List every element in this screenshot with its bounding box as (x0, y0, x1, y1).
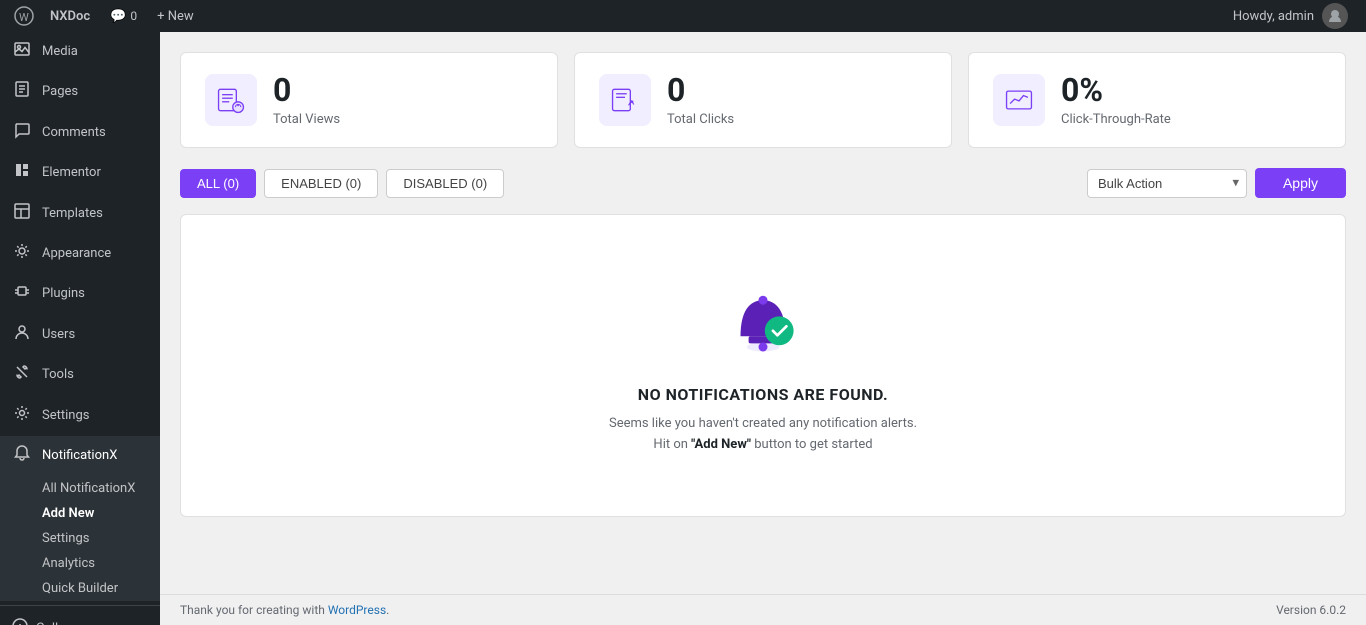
sidebar-item-label: Tools (42, 366, 74, 384)
clicks-label: Total Clicks (667, 112, 734, 127)
filter-all[interactable]: ALL (0) (180, 169, 256, 198)
wp-logo[interactable]: W (8, 0, 40, 32)
sidebar-item-label: NotificationX (42, 447, 117, 465)
stat-card-clicks: 0 Total Clicks (574, 52, 952, 148)
elementor-icon (12, 161, 32, 185)
bulk-action-wrapper: Bulk ActionEnableDisableDelete (1087, 169, 1247, 198)
sidebar-item-label: Plugins (42, 285, 85, 303)
stat-card-views: 0 Total Views (180, 52, 558, 148)
views-label: Total Views (273, 112, 340, 127)
filter-disabled[interactable]: DISABLED (0) (386, 169, 504, 198)
collapse-menu-button[interactable]: Collapse menu (0, 610, 160, 625)
settings-icon (12, 404, 32, 428)
howdy-greeting: Howdy, admin (1223, 3, 1358, 29)
sidebar-item-tools[interactable]: Tools (0, 355, 160, 395)
ctr-label: Click-Through-Rate (1061, 112, 1171, 127)
apply-button[interactable]: Apply (1255, 168, 1346, 198)
footer: Thank you for creating with WordPress. V… (160, 594, 1366, 625)
comments-count: 0 (130, 9, 137, 23)
collapse-icon (12, 618, 28, 625)
bulk-action-select[interactable]: Bulk ActionEnableDisableDelete (1087, 169, 1247, 198)
submenu-settings[interactable]: Settings (0, 526, 160, 551)
sidebar-item-pages[interactable]: Pages (0, 72, 160, 112)
pages-icon (12, 80, 32, 104)
comment-icon: 💬 (110, 9, 126, 24)
clicks-count: 0 (667, 73, 734, 108)
ctr-icon-box (993, 74, 1045, 126)
users-icon (12, 323, 32, 347)
sidebar: Media Pages Comments Eleme (0, 32, 160, 625)
empty-illustration (718, 275, 808, 365)
submenu-analytics[interactable]: Analytics (0, 551, 160, 576)
stats-row: 0 Total Views (180, 52, 1346, 148)
sidebar-item-appearance[interactable]: Appearance (0, 234, 160, 274)
new-content-button[interactable]: + New (147, 0, 204, 32)
sidebar-item-label: Media (42, 43, 78, 61)
main-content: 0 Total Views (160, 32, 1366, 594)
site-name[interactable]: NXDoc (40, 0, 100, 32)
empty-state: NO NOTIFICATIONS ARE FOUND. Seems like y… (180, 214, 1346, 517)
ctr-count: 0% (1061, 73, 1171, 108)
footer-version: Version 6.0.2 (1276, 603, 1346, 617)
sidebar-item-plugins[interactable]: Plugins (0, 274, 160, 314)
templates-icon (12, 202, 32, 226)
footer-thanks: Thank you for creating with WordPress. (180, 603, 389, 617)
comments-bubble[interactable]: 💬 0 (100, 0, 147, 32)
clicks-icon-box (599, 74, 651, 126)
sidebar-item-label: Templates (42, 205, 103, 223)
sidebar-item-comments[interactable]: Comments (0, 113, 160, 153)
sidebar-item-notificationx[interactable]: NotificationX (0, 436, 160, 476)
empty-description: Seems like you haven't created any notif… (609, 414, 917, 456)
sidebar-item-elementor[interactable]: Elementor (0, 153, 160, 193)
sidebar-item-label: Settings (42, 407, 89, 425)
empty-title: NO NOTIFICATIONS ARE FOUND. (638, 385, 888, 404)
sidebar-item-templates[interactable]: Templates (0, 194, 160, 234)
sidebar-item-label: Pages (42, 83, 78, 101)
sidebar-item-label: Users (42, 326, 75, 344)
admin-bar: W NXDoc 💬 0 + New Howdy, admin (0, 0, 1366, 32)
media-icon (12, 40, 32, 64)
filter-enabled[interactable]: ENABLED (0) (264, 169, 378, 198)
svg-text:W: W (19, 11, 29, 24)
filter-bar: ALL (0) ENABLED (0) DISABLED (0) Bulk Ac… (180, 168, 1346, 198)
sidebar-item-settings[interactable]: Settings (0, 396, 160, 436)
sidebar-item-label: Appearance (42, 245, 111, 263)
stat-card-ctr: 0% Click-Through-Rate (968, 52, 1346, 148)
plugins-icon (12, 282, 32, 306)
sidebar-item-label: Elementor (42, 164, 101, 182)
submenu-all-notificationx[interactable]: All NotificationX (0, 476, 160, 501)
notificationx-submenu: All NotificationX Add New Settings Analy… (0, 476, 160, 601)
wordpress-link[interactable]: WordPress (328, 603, 386, 617)
collapse-label: Collapse menu (36, 621, 122, 625)
views-icon-box (205, 74, 257, 126)
sidebar-item-label: Comments (42, 124, 106, 142)
submenu-quick-builder[interactable]: Quick Builder (0, 576, 160, 601)
tools-icon (12, 363, 32, 387)
appearance-icon (12, 242, 32, 266)
sidebar-item-users[interactable]: Users (0, 315, 160, 355)
notificationx-icon (12, 444, 32, 468)
sidebar-item-media[interactable]: Media (0, 32, 160, 72)
comments-icon (12, 121, 32, 145)
admin-avatar[interactable] (1322, 3, 1348, 29)
submenu-add-new[interactable]: Add New (0, 501, 160, 526)
views-count: 0 (273, 73, 340, 108)
